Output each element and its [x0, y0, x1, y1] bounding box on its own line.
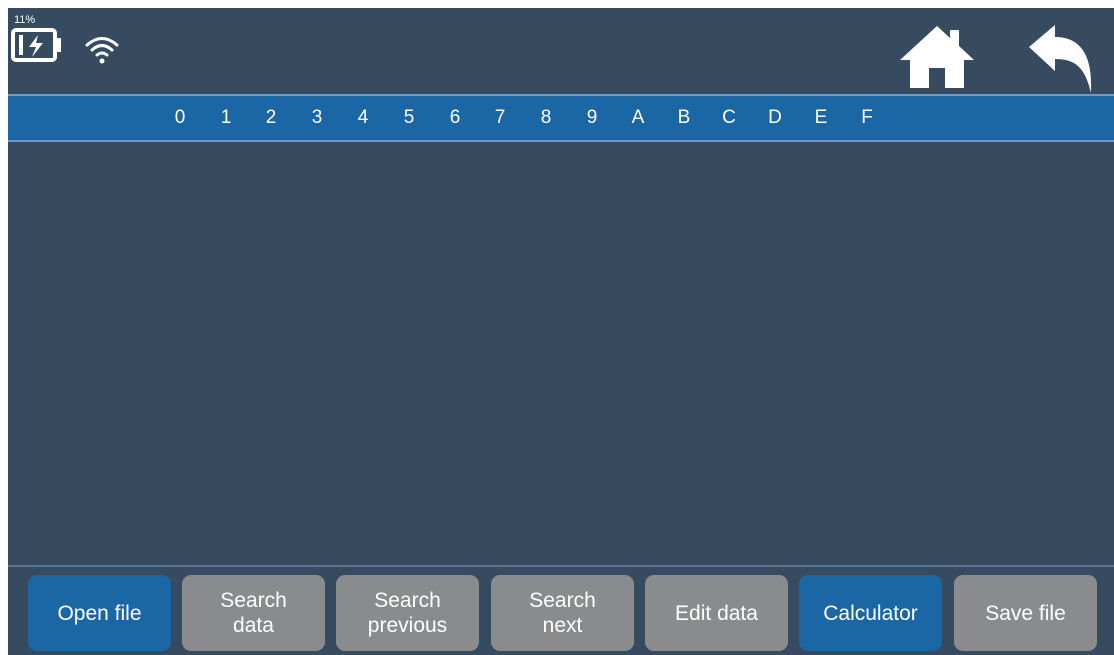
back-icon[interactable]	[1025, 23, 1095, 100]
hex-column-label: D	[768, 107, 782, 128]
hex-column-label: A	[631, 107, 645, 128]
calculator-button[interactable]: Calculator	[799, 575, 942, 651]
bottom-toolbar: Open file Search data Search previous Se…	[8, 567, 1114, 655]
hex-column-label: 4	[357, 107, 369, 128]
save-file-button[interactable]: Save file	[954, 575, 1097, 651]
hex-column-label: C	[722, 107, 736, 128]
search-data-button[interactable]: Search data	[182, 575, 325, 651]
home-icon[interactable]	[896, 24, 978, 95]
hex-column-label: F	[861, 107, 873, 128]
hex-column-label: 9	[586, 107, 598, 128]
hex-column-label: B	[677, 107, 691, 128]
hex-editor-screen: 11% 0 1 2 3 4 5 6 7 8 9 A B C D E F Open…	[8, 8, 1114, 655]
search-previous-button[interactable]: Search previous	[336, 575, 479, 651]
hex-column-label: 7	[494, 107, 506, 128]
battery-charging-icon	[11, 27, 69, 68]
hex-column-label: 6	[449, 107, 461, 128]
battery-percent: 11%	[14, 14, 36, 26]
search-next-button[interactable]: Search next	[491, 575, 634, 651]
hex-column-label: 5	[403, 107, 415, 128]
top-bar: 11%	[8, 8, 1114, 94]
hex-column-label: 1	[220, 107, 232, 128]
hex-column-label: 2	[265, 107, 277, 128]
hex-column-label: 3	[311, 107, 323, 128]
open-file-button[interactable]: Open file	[28, 575, 171, 651]
hex-data-area[interactable]	[8, 142, 1114, 565]
hex-column-label: 0	[174, 107, 186, 128]
hex-column-header: 0 1 2 3 4 5 6 7 8 9 A B C D E F	[8, 94, 1114, 142]
hex-column-label: E	[814, 107, 828, 128]
edit-data-button[interactable]: Edit data	[645, 575, 788, 651]
hex-column-label: 8	[540, 107, 552, 128]
wifi-icon	[84, 34, 120, 71]
